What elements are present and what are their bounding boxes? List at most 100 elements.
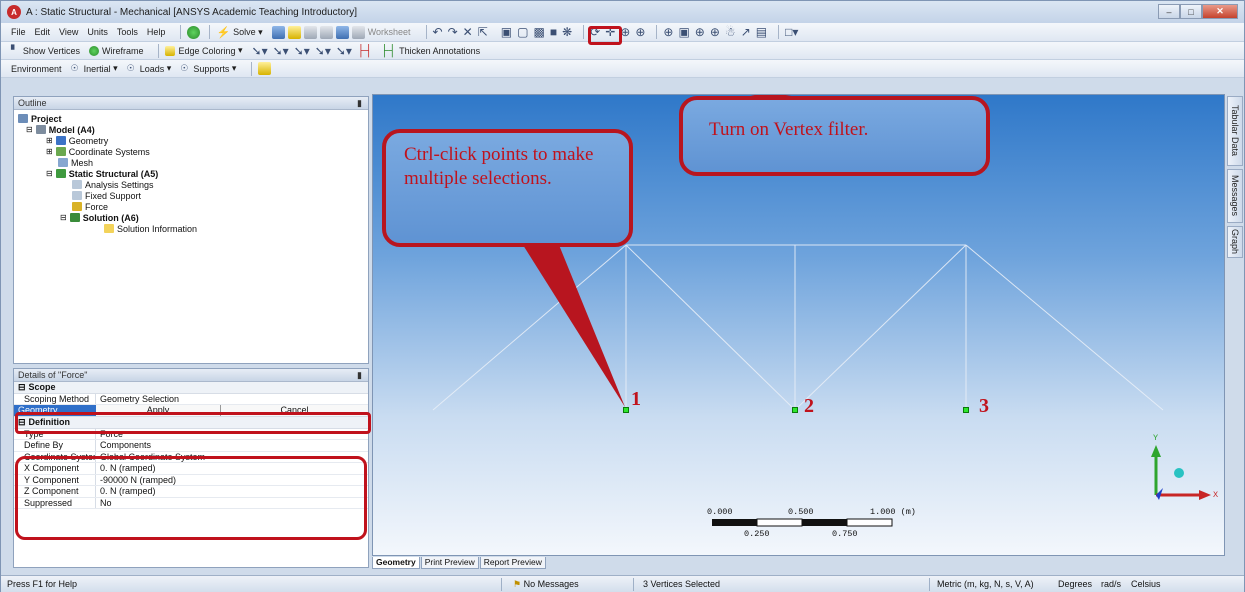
truss-member[interactable] [965, 244, 1164, 411]
tree-label: Force [85, 201, 109, 212]
select-face-icon[interactable]: ↷ [448, 25, 458, 39]
magnifier-icon[interactable]: ▣ [678, 25, 689, 39]
tab-tabular-data[interactable]: Tabular Data [1227, 96, 1243, 166]
next-view-icon[interactable]: ⊕ [710, 25, 720, 39]
status-angle[interactable]: Degrees [1058, 579, 1092, 589]
tree-item-solution-information[interactable]: Solution Information [18, 223, 368, 234]
tree-item-model[interactable]: ⊟ Model (A4) [18, 124, 368, 135]
close-button[interactable]: ✕ [1202, 4, 1238, 19]
scope-group-header[interactable]: ⊟ Scope [14, 382, 368, 394]
tree-item-solution[interactable]: ⊟ Solution (A6) [18, 212, 368, 223]
minimize-button[interactable]: – [1158, 4, 1180, 19]
wireframe-icon [88, 45, 99, 56]
vertex-filter-icon[interactable]: ▣ [501, 25, 512, 39]
previous-view-icon[interactable]: ⊕ [695, 25, 705, 39]
tree-item-analysis-settings[interactable]: Analysis Settings [18, 179, 368, 190]
selected-vertex-3[interactable] [963, 407, 969, 413]
layout-icon[interactable]: ▤ [756, 25, 767, 39]
selected-vertex-1[interactable] [623, 407, 629, 413]
menu-edit[interactable]: Edit [35, 27, 51, 37]
box-zoom-icon[interactable]: ⊕ [635, 25, 645, 39]
graph-icon[interactable] [271, 25, 285, 39]
menu-tools[interactable]: Tools [117, 27, 138, 37]
thin-annotation-icon[interactable]: ├┤ [357, 45, 373, 57]
collapse-icon[interactable]: ⊟ [46, 169, 53, 178]
status-temperature[interactable]: Celsius [1131, 579, 1161, 589]
collapse-icon[interactable]: ⊟ [60, 213, 67, 222]
window-layout-icon[interactable]: □▾ [785, 25, 798, 39]
edge-direction-icon[interactable]: ➘▾ [252, 44, 268, 58]
menu-units[interactable]: Units [87, 27, 108, 37]
select-edge-icon[interactable]: ✕ [463, 25, 473, 39]
row-value[interactable]: Geometry Selection [96, 394, 368, 405]
edge-mesh-icon[interactable]: ➘▾ [336, 44, 352, 58]
face-filter-icon[interactable]: ▩ [533, 25, 544, 39]
status-rotation[interactable]: rad/s [1101, 579, 1121, 589]
tree-item-static-structural[interactable]: ⊟ Static Structural (A5) [18, 168, 368, 179]
pin-icon[interactable]: ▮ [357, 98, 362, 109]
tree-item-project[interactable]: Project [18, 113, 368, 124]
edge-coloring-dropdown[interactable]: Edge Coloring ▾ [165, 45, 243, 56]
collapse-icon[interactable]: ⊟ [26, 125, 33, 134]
extend-selection-icon[interactable]: ❋ [562, 25, 572, 39]
ansys-mechanical-window: A A : Static Structural - Mechanical [AN… [0, 0, 1245, 592]
tree-item-coordinate-systems[interactable]: ⊞ Coordinate Systems [18, 146, 368, 157]
toolbar-separator [251, 61, 253, 76]
truss-member[interactable] [794, 244, 967, 411]
tree-item-fixed-support[interactable]: Fixed Support [18, 190, 368, 201]
define-by-row[interactable]: Define By Components [14, 440, 368, 452]
status-units[interactable]: Metric (m, kg, N, s, V, A) [937, 579, 1034, 589]
supports-dropdown[interactable]: ☉ Supports ▾ [180, 63, 236, 74]
tab-messages[interactable]: Messages [1227, 169, 1243, 223]
menu-view[interactable]: View [59, 27, 78, 37]
worksheet-button[interactable]: Worksheet [351, 25, 411, 39]
maximize-button[interactable]: □ [1180, 4, 1202, 19]
truss-member[interactable] [432, 244, 627, 411]
status-messages[interactable]: ⚑ No Messages [513, 579, 579, 590]
set-view-icon[interactable]: ↗ [741, 25, 751, 39]
edge-filter-icon[interactable]: ▢ [517, 25, 528, 39]
zoom-fit-icon[interactable]: ⊕ [663, 25, 673, 39]
chart-icon[interactable] [287, 25, 301, 39]
annotation-icon[interactable] [319, 25, 333, 39]
tab-geometry[interactable]: Geometry [372, 557, 420, 569]
force-icon [72, 202, 82, 211]
select-body-icon[interactable]: ⇱ [478, 25, 488, 39]
loads-label: Loads [139, 63, 165, 74]
scoping-method-row[interactable]: Scoping Method Geometry Selection [14, 393, 368, 405]
section-icon[interactable] [303, 25, 317, 39]
inertial-dropdown[interactable]: ☉ Inertial ▾ [71, 63, 118, 74]
show-vertices-button[interactable]: ▘ Show Vertices [11, 45, 80, 56]
tree-item-geometry[interactable]: ⊞ Geometry [18, 135, 368, 146]
wireframe-button[interactable]: Wireframe [88, 45, 143, 56]
edge-shared-icon[interactable]: ➘▾ [315, 44, 331, 58]
solve-button[interactable]: ⚡ Solve ▾ [216, 26, 262, 39]
edge-thick-icon[interactable]: ➘▾ [294, 44, 310, 58]
row-value[interactable]: Components [96, 440, 368, 451]
selected-vertex-2[interactable] [792, 407, 798, 413]
tree-label: Analysis Settings [85, 179, 154, 190]
tree-item-force[interactable]: Force [18, 201, 368, 212]
iso-view-icon[interactable]: ☃ [725, 25, 736, 39]
body-filter-icon[interactable]: ■ [550, 25, 557, 39]
tab-print-preview[interactable]: Print Preview [420, 557, 479, 569]
edge-thin-icon[interactable]: ➘▾ [273, 44, 289, 58]
select-point-icon[interactable]: ↶ [433, 25, 443, 39]
truss-member[interactable] [625, 244, 796, 411]
expand-icon[interactable]: ⊞ [46, 136, 53, 145]
expand-icon[interactable]: ⊞ [46, 147, 53, 156]
menu-file[interactable]: File [11, 27, 26, 37]
image-icon[interactable] [335, 25, 349, 39]
pin-icon[interactable]: ▮ [357, 370, 362, 381]
conditions-icon[interactable] [258, 62, 272, 75]
tree-item-mesh[interactable]: Mesh [18, 157, 368, 168]
thicken-annotations-button[interactable]: ├┤ Thicken Annotations [381, 45, 481, 57]
collapse-icon[interactable]: ⊟ [18, 382, 26, 393]
menu-help[interactable]: Help [147, 27, 166, 37]
worksheet-icon [351, 25, 365, 39]
tab-report-preview[interactable]: Report Preview [479, 557, 546, 569]
tab-graph[interactable]: Graph [1227, 226, 1243, 258]
loads-dropdown[interactable]: ☉ Loads ▾ [127, 63, 172, 74]
static-structural-icon [55, 169, 66, 178]
status-ok-icon[interactable] [187, 25, 201, 39]
